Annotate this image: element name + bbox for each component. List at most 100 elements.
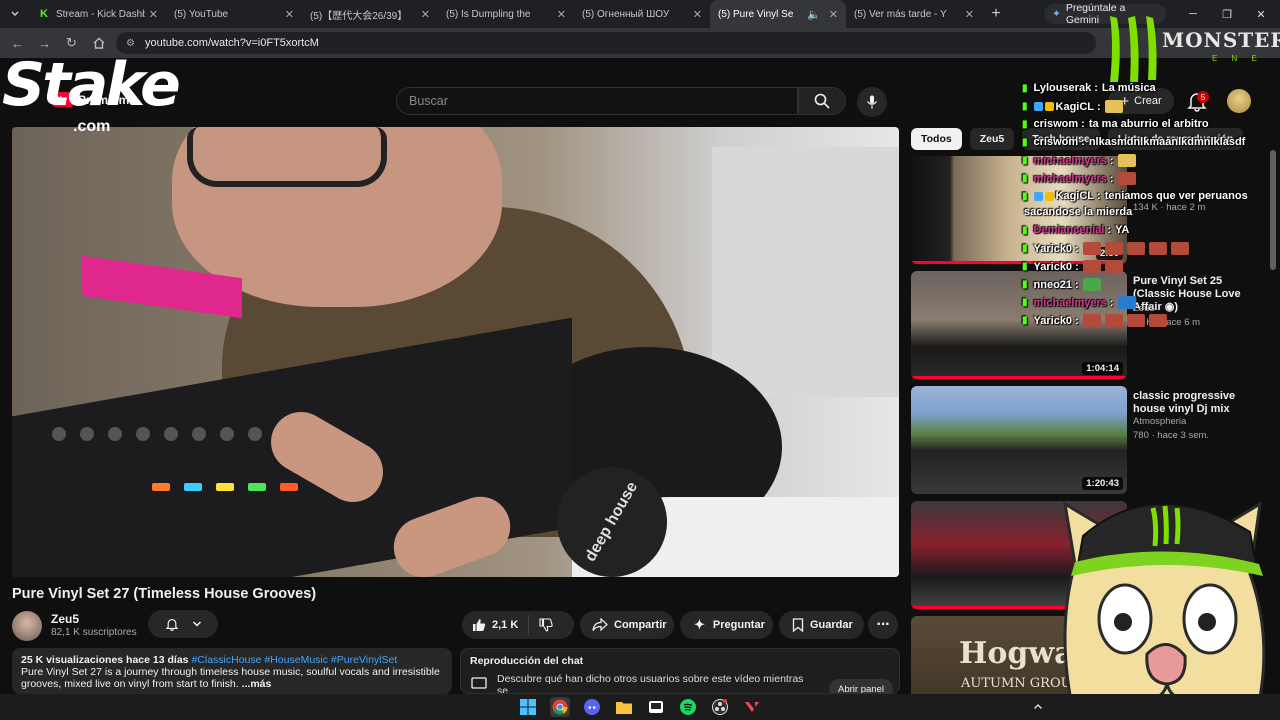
chat-emote <box>1082 278 1101 291</box>
close-tab-icon[interactable]: ✕ <box>965 8 974 21</box>
chat-emote <box>1117 154 1136 167</box>
chat-replay-text: Descubre qué han dicho otros usuarios so… <box>497 673 804 694</box>
like-button[interactable]: 2,1 K <box>462 615 530 635</box>
description-text: Pure Vinyl Set 27 is a journey through t… <box>21 666 443 690</box>
recommendation-item[interactable]: 1:20:43 classic progressive house vinyl … <box>911 386 1271 496</box>
microphone-icon <box>866 95 878 109</box>
subscription-bell-button[interactable] <box>148 610 218 638</box>
close-tab-icon[interactable]: ✕ <box>421 8 430 21</box>
stake-wordmark: Stake <box>2 50 181 120</box>
tab-label: (5)【歴代大会26/39】 <box>310 10 408 22</box>
chat-text: La música <box>1101 82 1156 94</box>
voice-search-button[interactable] <box>857 87 887 117</box>
valorant-icon[interactable] <box>742 697 762 717</box>
browser-tab-youtube[interactable]: (5) YouTube ✕ <box>166 0 302 28</box>
chat-message: ▮ nneo21: <box>1022 278 1101 291</box>
chat-message: ▮ Demiancenial: YA <box>1022 224 1130 236</box>
chat-emote <box>1126 314 1145 327</box>
browser-tab-youtube[interactable]: (5)【歴代大会26/39】 ✕ <box>302 0 438 28</box>
chat-emote <box>1104 242 1123 255</box>
speaker-icon[interactable]: 🔈 <box>807 8 821 21</box>
browser-tab-youtube[interactable]: (5) Ver más tarde - Y ✕ <box>846 0 982 28</box>
browser-tab-youtube[interactable]: (5) Is Dumpling the ✕ <box>438 0 574 28</box>
address-bar[interactable]: ⚙ youtube.com/watch?v=i0FT5xortcM <box>116 32 1096 54</box>
site-info-icon[interactable]: ⚙ <box>126 38 135 49</box>
spotify-icon[interactable] <box>678 697 698 717</box>
video-player[interactable]: deep house <box>12 127 899 577</box>
search-button[interactable] <box>798 87 846 115</box>
kick-icon: ▮ <box>1022 224 1028 236</box>
kick-icon: ▮ <box>1022 279 1028 290</box>
media-app-icon[interactable] <box>646 697 666 717</box>
tab-label: (5) Is Dumpling the <box>446 8 531 20</box>
tab-label: (5) Ver más tarde - Y <box>854 8 947 20</box>
browser-tab-active[interactable]: (5) Pure Vinyl Se 🔈 ✕ <box>710 0 846 28</box>
chat-username: criswom <box>1033 136 1079 148</box>
bell-icon <box>165 618 178 631</box>
thumbs-up-icon <box>473 619 486 631</box>
chat-username: criswom <box>1033 118 1079 130</box>
new-tab-button[interactable]: + <box>982 0 1010 28</box>
video-duration: 1:04:14 <box>1082 362 1123 375</box>
channel-name[interactable]: Zeu5 <box>51 612 79 626</box>
subscriber-badge <box>1033 102 1043 111</box>
chat-message: ▮ KagiCL: teniamos que ver peruanos <box>1022 190 1248 202</box>
open-panel-button[interactable]: Abrir panel <box>829 679 893 693</box>
chat-username: Lylouserak <box>1033 82 1092 94</box>
close-tab-icon[interactable]: ✕ <box>285 8 294 21</box>
show-more-link[interactable]: ...más <box>242 678 272 690</box>
video-channel: Atmospheria <box>1133 416 1187 427</box>
save-button[interactable]: Guardar <box>779 611 864 639</box>
chat-emote <box>1126 242 1145 255</box>
file-explorer-icon[interactable] <box>614 697 634 717</box>
chip-channel[interactable]: Zeu5 <box>969 128 1015 150</box>
system-tray-chevron-icon[interactable] <box>1028 697 1048 717</box>
ask-button[interactable]: ✦ Preguntar <box>680 611 773 639</box>
chat-emote <box>1117 296 1136 309</box>
chat-emote <box>1170 242 1189 255</box>
search-placeholder: Buscar <box>409 94 448 108</box>
windows-start-icon[interactable] <box>518 697 538 717</box>
chat-text: ta ma aburrio el arbitro <box>1088 118 1209 130</box>
search-input[interactable]: Buscar <box>396 87 798 115</box>
video-meta: 780 · hace 3 sem. <box>1133 430 1210 441</box>
monster-claw-icon <box>1110 16 1157 82</box>
close-tab-icon[interactable]: ✕ <box>149 8 158 21</box>
close-tab-icon[interactable]: ✕ <box>557 8 566 21</box>
monster-subtitle: E N E <box>1212 54 1263 63</box>
share-button[interactable]: Compartir <box>580 611 674 639</box>
chat-username: nneo21 <box>1033 278 1073 291</box>
more-horizontal-icon: ··· <box>876 616 891 633</box>
channel-avatar[interactable] <box>12 611 42 641</box>
browser-tab-youtube[interactable]: (5) Огненный ШОУ ✕ <box>574 0 710 28</box>
chat-message: ▮ Yarick0: <box>1022 242 1189 255</box>
tab-search-icon[interactable] <box>0 0 30 28</box>
tab-label: (5) Pure Vinyl Se <box>718 8 794 20</box>
chat-text: nlkasmdnlkmaanlkdmnlklasdf <box>1088 136 1246 148</box>
close-tab-icon[interactable]: ✕ <box>829 8 838 21</box>
obs-icon[interactable] <box>710 697 730 717</box>
browser-tab-kick[interactable]: K Stream - Kick Dashb ✕ <box>30 0 166 28</box>
chat-message: ▮ michaelmyers: <box>1022 154 1136 167</box>
watch-progress-bar <box>911 376 1127 379</box>
close-tab-icon[interactable]: ✕ <box>693 8 702 21</box>
video-description[interactable]: 25 K visualizaciones hace 13 días #Class… <box>12 648 452 694</box>
chat-emote <box>1104 100 1123 113</box>
share-icon <box>592 618 608 632</box>
like-dislike-group: 2,1 K <box>462 611 574 639</box>
video-title: Pure Vinyl Set 27 (Timeless House Groove… <box>12 586 317 602</box>
chevron-down-icon <box>192 621 201 627</box>
chat-message: ▮ Lylouserak: La música <box>1022 82 1156 94</box>
more-actions-button[interactable]: ··· <box>868 611 898 639</box>
kick-icon: ▮ <box>1022 261 1028 272</box>
video-background-cabinet <box>712 147 899 397</box>
dislike-button[interactable] <box>529 618 563 632</box>
hashtags[interactable]: #ClassicHouse #HouseMusic #PureVinylSet <box>191 654 397 666</box>
discord-icon[interactable] <box>582 697 602 717</box>
kick-icon: ▮ <box>1022 315 1028 326</box>
chip-all[interactable]: Todos <box>911 128 962 150</box>
subscriber-badge <box>1033 191 1043 201</box>
chrome-icon[interactable] <box>550 697 570 717</box>
kick-icon: ▮ <box>1022 101 1028 112</box>
kick-icon: ▮ <box>1022 173 1028 184</box>
